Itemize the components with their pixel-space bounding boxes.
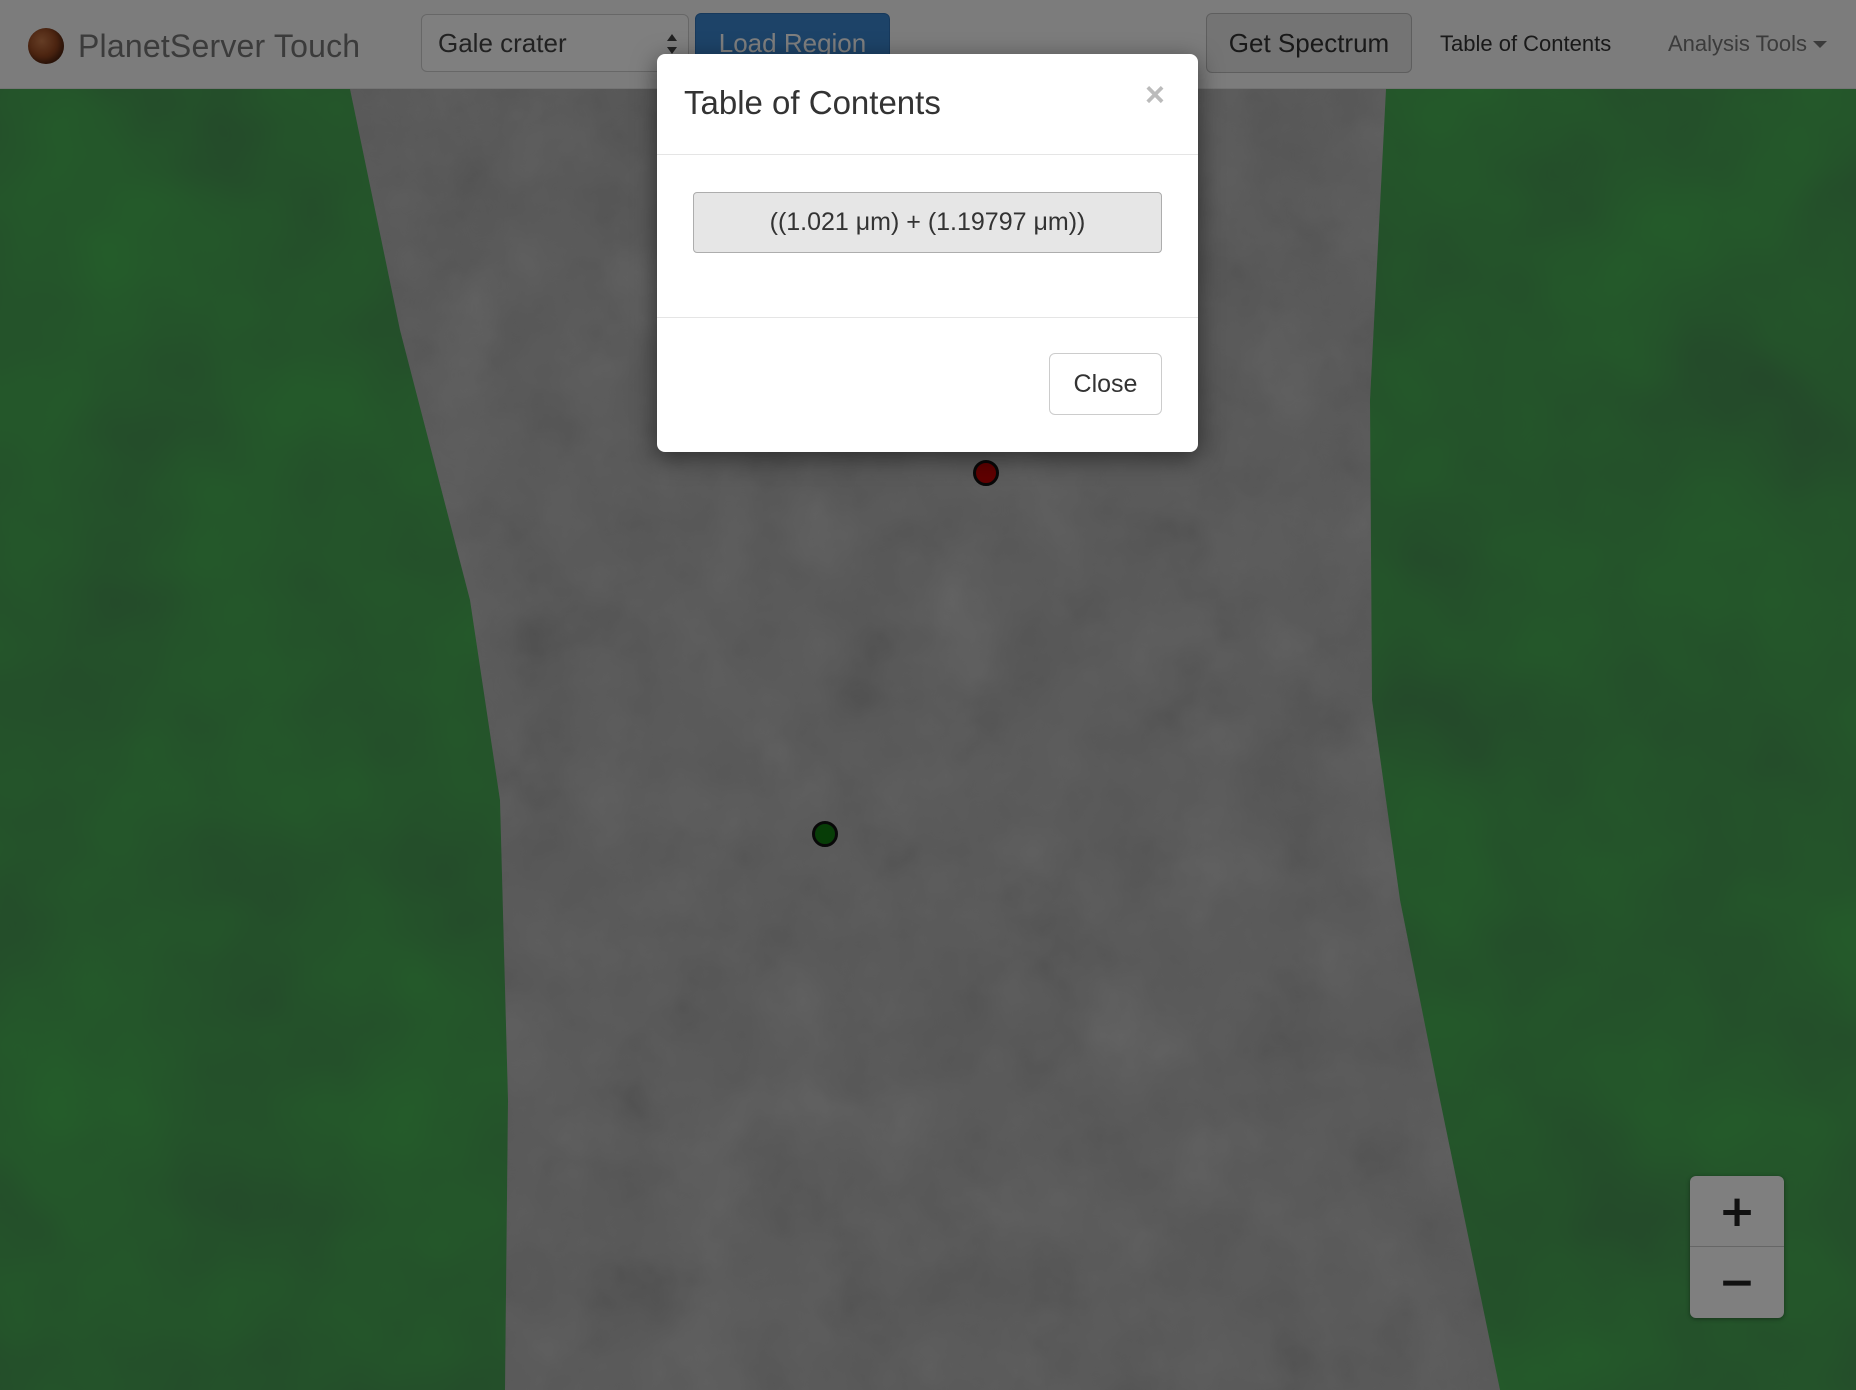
app-root: PlanetServer Touch Gale crater Load Regi… [0, 0, 1856, 1390]
close-button[interactable]: Close [1049, 353, 1162, 415]
table-of-contents-modal: Table of Contents × ((1.021 μm) + (1.197… [657, 54, 1198, 452]
close-icon[interactable]: × [1145, 76, 1165, 115]
modal-title: Table of Contents [684, 84, 941, 121]
toc-layer-item[interactable]: ((1.021 μm) + (1.19797 μm)) [693, 192, 1162, 253]
modal-footer-divider [657, 317, 1198, 318]
modal-header-divider [657, 154, 1198, 155]
